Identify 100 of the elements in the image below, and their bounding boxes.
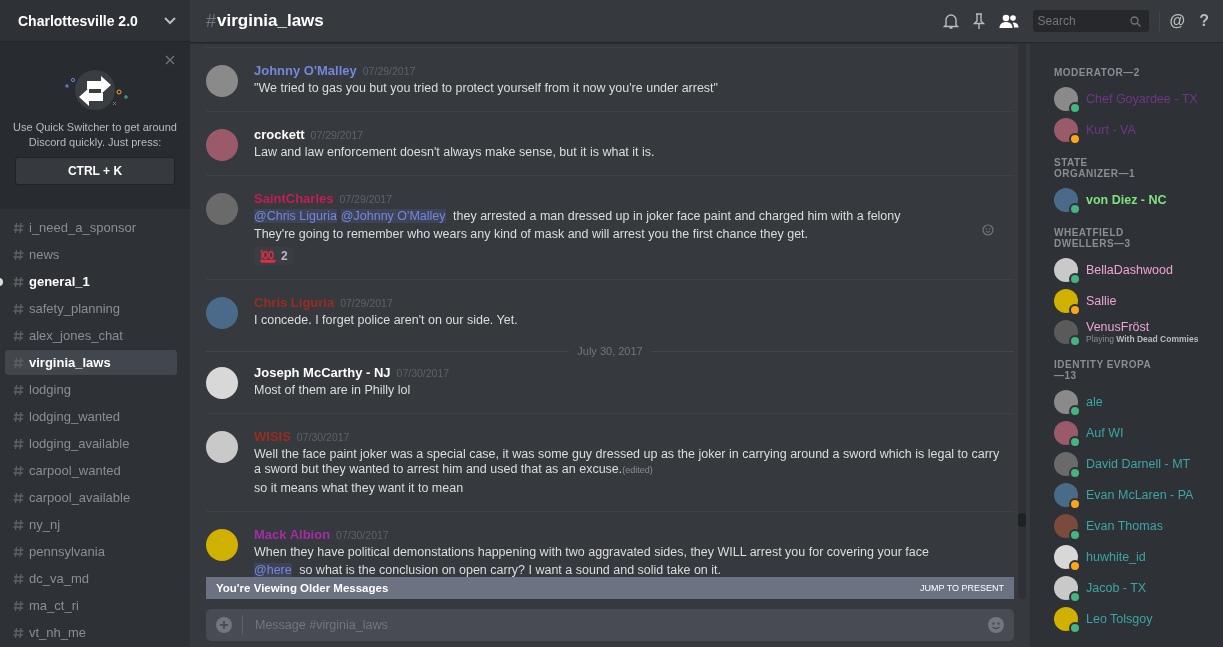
search-field[interactable]: Search [1032,10,1149,32]
member-item[interactable]: David Darnell - MT [1054,449,1213,479]
member-name: Jacob - TX [1086,581,1147,595]
hash-symbol: # [206,10,216,32]
channel-item[interactable]: vt_nh_me [5,620,177,645]
member-name: von Diez - NC [1086,193,1167,207]
member-name: Leo Tolsgoy [1086,612,1153,626]
server-name: Charlottesville 2.0 [18,12,138,29]
mention-link[interactable]: @Chris Liguria [254,209,337,223]
avatar[interactable] [206,367,238,399]
channel-item[interactable]: safety_planning [5,296,177,321]
author-name[interactable]: crockett [254,127,305,142]
channel-item[interactable]: lodging_wanted [5,404,177,429]
mention-link[interactable]: @here [254,563,292,577]
emoji-icon[interactable] [988,617,1004,633]
member-group-heading: MODERATOR—2 [1054,67,1141,78]
channel-item[interactable]: i_need_a_sponsor [5,215,177,240]
chevron-down-icon [164,16,176,25]
member-item[interactable]: Sallie [1054,286,1213,316]
author-name[interactable]: Joseph McCarthy - NJ [254,365,391,380]
channel-name: general_1 [29,274,90,289]
jump-to-present-button[interactable]: JUMP TO PRESENT [919,583,1004,593]
channel-item[interactable]: ny_nj [5,512,177,537]
message-text: Most of them are in Philly lol [254,383,411,398]
member-item[interactable]: BellaDashwood [1054,255,1213,285]
channel-item[interactable]: general_1 [5,269,177,294]
member-group-heading: IDENTITY EVROPA—13 [1054,359,1153,381]
message-text: so it means what they want it to mean [254,481,464,496]
header-button[interactable]: ? [1199,12,1209,30]
add-reaction-icon[interactable] [982,224,994,236]
hash-icon [13,626,24,639]
hash-icon [13,329,24,342]
older-messages-label: You're Viewing Older Messages [216,582,389,594]
channel-name: vt_nh_me [29,625,87,640]
member-activity: Playing With Dead Commies [1086,334,1199,344]
message-text: I concede. I forget police aren't on our side. Yet. [254,313,518,328]
member-name: Auf WI [1086,426,1124,440]
member-group-heading: STATE ORGANIZER—1 [1054,157,1137,179]
member-name: VenusFröst [1086,320,1151,334]
mention-link[interactable]: @Johnny O'Malley [340,209,446,223]
author-name[interactable]: Johnny O'Malley [254,63,357,78]
channel-item[interactable]: lodging_available [5,431,177,456]
member-name: Evan McLaren - PA [1086,488,1194,502]
members-icon[interactable] [998,13,1019,29]
hash-icon [13,275,24,288]
avatar[interactable] [206,65,238,97]
close-icon[interactable] [165,55,175,66]
hash-icon [13,356,24,369]
hash-icon [13,464,24,477]
member-item[interactable]: von Diez - NC [1054,185,1213,215]
member-item[interactable]: Auf WI [1054,418,1213,448]
channel-name: news [29,247,60,262]
member-item[interactable]: Leo Tolsgoy [1054,604,1213,634]
pin-icon[interactable] [972,12,985,30]
message-text: When they have political demonstations happening with two aggravated sides, they WILL arrest you for covering your face [254,545,929,560]
channel-item[interactable]: carpool_wanted [5,458,177,483]
message-text: Law and law enforcement doesn't always make sense, but it is what it is. [254,145,655,160]
hash-icon [13,248,24,261]
channel-name: lodging_available [29,436,130,451]
plus-icon[interactable] [216,617,232,633]
message-text: @here so what is the conclusion on open carry? I want a sound and solid take on it. [254,563,721,578]
bell-icon[interactable] [942,12,959,30]
member-name: David Darnell - MT [1086,457,1191,471]
reaction-button[interactable]: 2 [254,247,293,265]
member-name: huwhite_id [1086,550,1146,564]
member-name: BellaDashwood [1086,263,1173,277]
shortcut-button[interactable]: CTRL + K [15,157,175,186]
channel-item[interactable]: lodging [5,377,177,402]
member-name: Evan Thomas [1086,519,1163,533]
hash-icon [13,572,24,585]
avatar[interactable] [206,431,238,463]
hash-icon [13,221,24,234]
channel-item[interactable]: carpool_available [5,485,177,510]
quick-switcher-hint: Use Quick Switcher to get around Discord quickly. Just press: [12,120,178,151]
message-text: @Chris Liguria @Johnny O'Malley they arrested a man dressed up in joker face paint and charged him with a felony [254,209,901,224]
member-item[interactable]: Evan McLaren - PA [1054,480,1213,510]
channel-name: lodging_wanted [29,409,121,424]
member-item[interactable]: ale [1054,387,1213,417]
member-name: Sallie [1086,294,1117,308]
channel-item[interactable]: pennsylvania [5,539,177,564]
channel-name: safety_planning [29,301,121,316]
channel-item[interactable]: ma_ct_ri [5,593,177,618]
channel-item[interactable]: news [5,242,177,267]
header-button[interactable]: @ [1169,12,1186,30]
channel-name: virginia_laws [29,355,111,370]
scrollbar[interactable] [1018,43,1026,599]
hash-icon [13,545,24,558]
member-item[interactable]: Jacob - TX [1054,573,1213,603]
message-text: They're going to remember who wears any kind of mask and will arrest you the first chance they get. [254,227,809,242]
avatar[interactable] [206,529,238,561]
channel-name: ma_ct_ri [29,598,79,613]
channel-title: virginia_laws [217,11,324,31]
channel-item[interactable]: dc_va_md [5,566,177,591]
member-item[interactable]: huwhite_id [1054,542,1213,572]
member-name: Kurt - VA [1086,123,1136,137]
member-item[interactable]: Evan Thomas [1054,511,1213,541]
channel-item[interactable]: alex_jones_chat [5,323,177,348]
channel-item[interactable]: virginia_laws [5,350,177,375]
member-item[interactable]: VenusFröst Playing With Dead Commies [1054,317,1213,347]
hash-icon [13,518,24,531]
